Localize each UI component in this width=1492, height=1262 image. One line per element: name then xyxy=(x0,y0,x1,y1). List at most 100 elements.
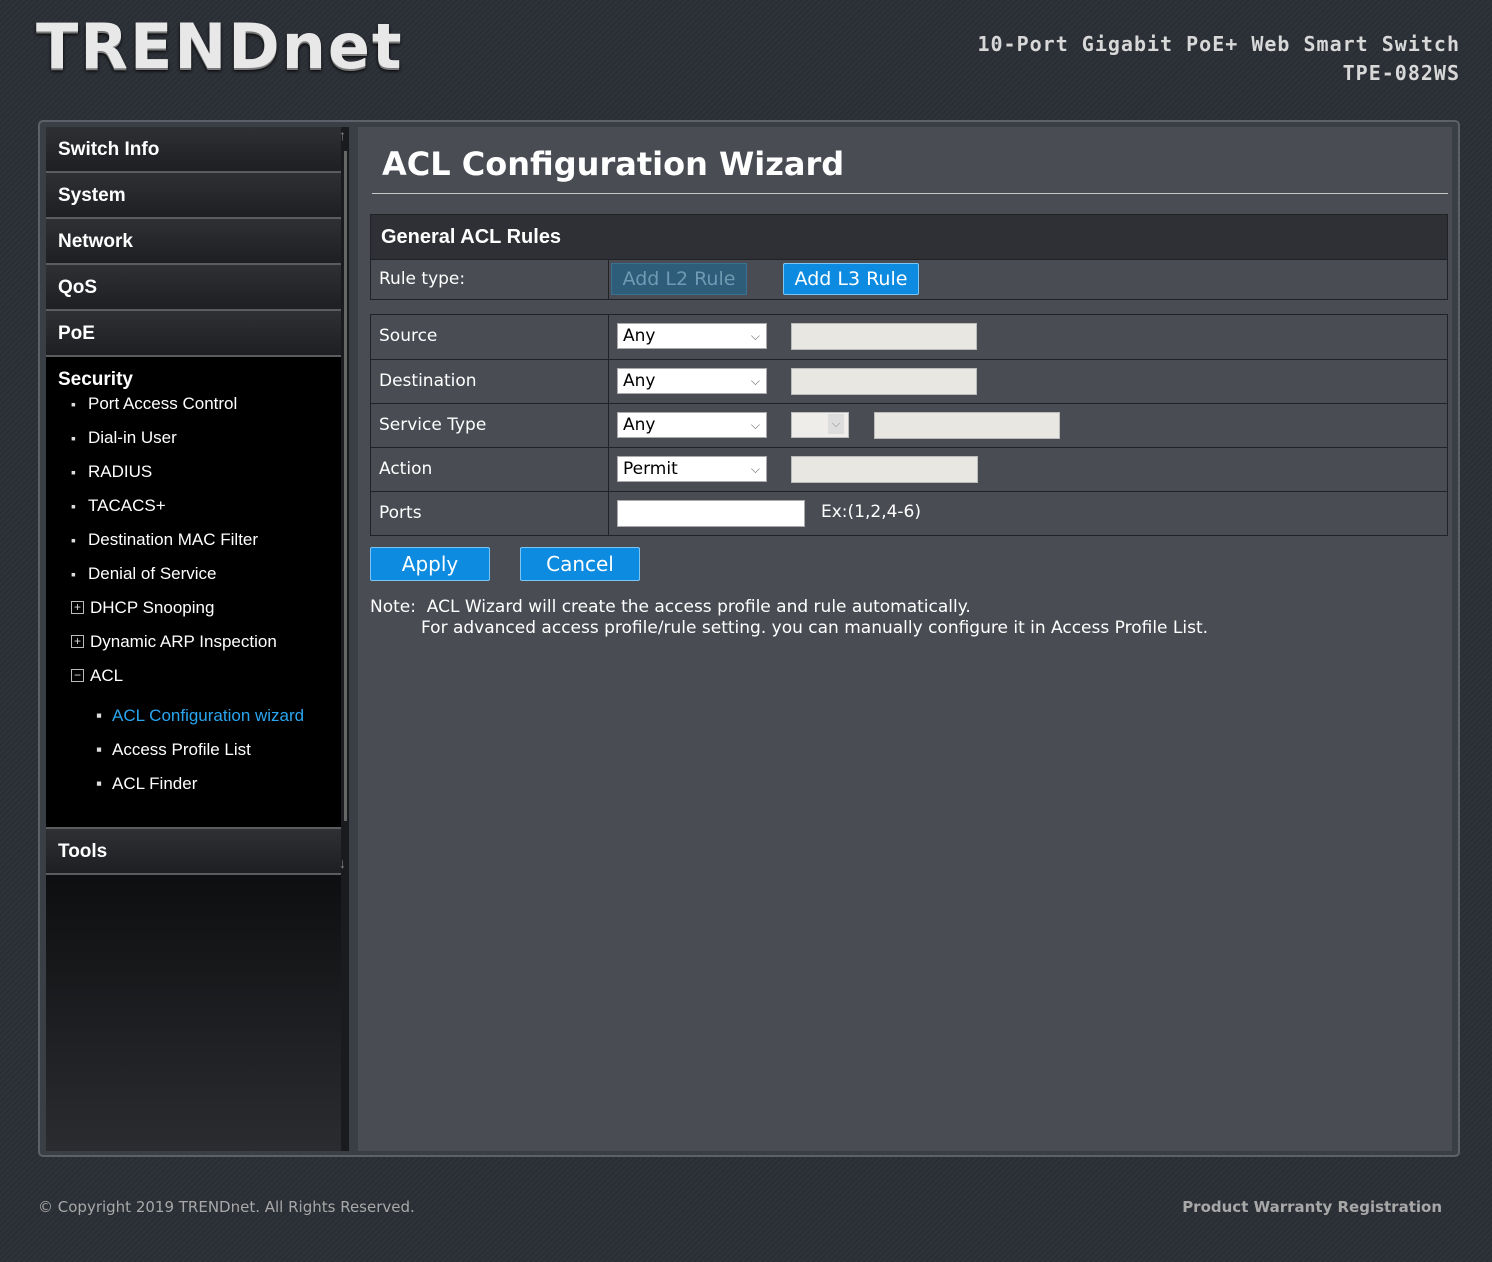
note-line-2: For advanced access profile/rule setting… xyxy=(421,618,1209,638)
sidebar-item-acl[interactable]: − ACL xyxy=(46,665,341,705)
sidebar-item-label: Dynamic ARP Inspection xyxy=(90,632,277,651)
action-row: Action Permit ⌵ xyxy=(371,447,1447,491)
source-label: Source xyxy=(371,315,609,359)
ports-row: Ports Ex:(1,2,4-6) xyxy=(371,491,1447,535)
sidebar-item-radius[interactable]: ▪ RADIUS xyxy=(46,461,341,495)
expand-plus-icon[interactable]: + xyxy=(71,635,84,648)
service-type-label: Service Type xyxy=(371,404,609,447)
sidebar-item-acl-finder[interactable]: ▪ ACL Finder xyxy=(46,773,341,807)
sidebar-item-poe[interactable]: PoE xyxy=(46,311,341,357)
rule-type-buttons: Add L2 Rule Add L3 Rule xyxy=(609,260,1447,299)
cancel-button[interactable]: Cancel xyxy=(520,547,640,581)
bullet-icon: ▪ xyxy=(71,464,76,480)
service-type-select[interactable]: Any ⌵ xyxy=(617,412,767,438)
sidebar-item-label: RADIUS xyxy=(88,462,153,481)
destination-address-field[interactable] xyxy=(791,368,977,395)
source-select-value: Any xyxy=(623,326,656,346)
service-type-row: Service Type Any ⌵ ⌵ xyxy=(371,403,1447,447)
chevron-down-icon: ⌵ xyxy=(750,462,760,476)
sidebar-item-label: Denial of Service xyxy=(88,564,217,583)
rule-settings-table: Source Any ⌵ Destination Any ⌵ Service Typ… xyxy=(370,314,1448,536)
sidebar-item-acl-configuration-wizard[interactable]: ▪ ACL Configuration wizard xyxy=(46,705,341,739)
ports-label: Ports xyxy=(371,492,609,535)
bullet-icon: ▪ xyxy=(71,430,76,446)
sidebar-item-dynamic-arp-inspection[interactable]: + Dynamic ARP Inspection xyxy=(46,631,341,665)
sidebar-item-label: ACL Finder xyxy=(112,774,198,793)
service-port-field[interactable] xyxy=(874,412,1060,439)
bullet-icon: ▪ xyxy=(96,740,103,759)
product-info: 10-Port Gigabit PoE+ Web Smart Switch TP… xyxy=(977,30,1460,88)
sidebar-section-security: Security ▪ Port Access Control ▪ Dial-in U… xyxy=(46,357,341,829)
sidebar-item-dial-in-user[interactable]: ▪ Dial-in User xyxy=(46,427,341,461)
sidebar: Switch Info System Network QoS PoE Secur… xyxy=(46,127,341,1151)
title-divider xyxy=(372,193,1448,194)
apply-button[interactable]: Apply xyxy=(370,547,490,581)
content-panel: ACL Configuration Wizard General ACL Rul… xyxy=(358,127,1452,1151)
bullet-icon: ▪ xyxy=(96,774,103,793)
sidebar-item-network[interactable]: Network xyxy=(46,219,341,265)
source-select[interactable]: Any ⌵ xyxy=(617,323,767,349)
bullet-icon: ▪ xyxy=(96,706,103,725)
note-line-1: Note: ACL Wizard will create the access … xyxy=(370,597,971,617)
add-l3-rule-button[interactable]: Add L3 Rule xyxy=(783,263,919,295)
sidebar-item-security[interactable]: Security xyxy=(46,357,341,393)
sidebar-scrollbar[interactable]: ↑ ↓ xyxy=(339,127,349,1151)
bullet-icon: ▪ xyxy=(71,566,76,582)
destination-select[interactable]: Any ⌵ xyxy=(617,368,767,394)
product-model: TPE-082WS xyxy=(1342,61,1460,85)
bullet-icon: ▪ xyxy=(71,396,76,412)
destination-label: Destination xyxy=(371,360,609,403)
sidebar-item-label: ACL xyxy=(90,666,124,685)
sidebar-item-system[interactable]: System xyxy=(46,173,341,219)
sidebar-item-label: Dial-in User xyxy=(88,428,177,447)
sidebar-item-tacacs[interactable]: ▪ TACACS+ xyxy=(46,495,341,529)
sidebar-item-label: DHCP Snooping xyxy=(90,598,215,617)
product-line: 10-Port Gigabit PoE+ Web Smart Switch xyxy=(977,32,1460,56)
destination-select-value: Any xyxy=(623,371,656,391)
rule-type-row: Rule type: Add L2 Rule Add L3 Rule xyxy=(371,259,1447,299)
collapse-minus-icon[interactable]: − xyxy=(71,669,84,682)
action-extra-field[interactable] xyxy=(791,456,978,483)
bullet-icon: ▪ xyxy=(71,498,76,514)
sidebar-item-label: TACACS+ xyxy=(88,496,166,515)
sidebar-item-port-access-control[interactable]: ▪ Port Access Control xyxy=(46,393,341,427)
main-frame: Switch Info System Network QoS PoE Secur… xyxy=(38,120,1460,1157)
rule-type-label: Rule type: xyxy=(371,260,609,299)
chevron-down-icon: ⌵ xyxy=(750,418,760,432)
chevron-down-icon: ⌵ xyxy=(750,374,760,388)
sidebar-item-label: Destination MAC Filter xyxy=(88,530,259,549)
arrow-down-icon[interactable]: ↓ xyxy=(339,855,346,871)
ports-hint: Ex:(1,2,4-6) xyxy=(821,502,921,522)
expand-plus-icon[interactable]: + xyxy=(71,601,84,614)
arrow-up-icon[interactable]: ↑ xyxy=(339,127,346,143)
destination-row: Destination Any ⌵ xyxy=(371,359,1447,403)
sidebar-item-qos[interactable]: QoS xyxy=(46,265,341,311)
copyright: © Copyright 2019 TRENDnet. All Rights Re… xyxy=(38,1198,415,1216)
sidebar-item-label: Access Profile List xyxy=(112,740,251,759)
scroll-thumb[interactable] xyxy=(344,151,347,821)
source-row: Source Any ⌵ xyxy=(371,315,1447,359)
action-select-value: Permit xyxy=(623,459,678,479)
chevron-down-icon: ⌵ xyxy=(750,329,760,343)
source-address-field[interactable] xyxy=(791,323,977,350)
service-subtype-select[interactable]: ⌵ xyxy=(791,412,849,438)
chevron-down-icon: ⌵ xyxy=(828,414,844,434)
sidebar-item-destination-mac-filter[interactable]: ▪ Destination MAC Filter xyxy=(46,529,341,563)
sidebar-item-access-profile-list[interactable]: ▪ Access Profile List xyxy=(46,739,341,773)
trendnet-logo: TRENDnet xyxy=(36,10,404,83)
warranty-link[interactable]: Product Warranty Registration xyxy=(1182,1198,1442,1216)
bullet-icon: ▪ xyxy=(71,532,76,548)
action-select[interactable]: Permit ⌵ xyxy=(617,456,767,482)
wizard-note: Note: ACL Wizard will create the access … xyxy=(370,597,1208,639)
sidebar-item-tools[interactable]: Tools xyxy=(46,829,341,875)
add-l2-rule-button[interactable]: Add L2 Rule xyxy=(611,263,747,295)
sidebar-item-label: ACL Configuration wizard xyxy=(112,706,305,725)
ports-input[interactable] xyxy=(617,500,805,527)
page-title: ACL Configuration Wizard xyxy=(382,145,845,183)
sidebar-item-denial-of-service[interactable]: ▪ Denial of Service xyxy=(46,563,341,597)
sidebar-item-switch-info[interactable]: Switch Info xyxy=(46,127,341,173)
section-title: General ACL Rules xyxy=(371,215,1447,259)
sidebar-item-dhcp-snooping[interactable]: + DHCP Snooping xyxy=(46,597,341,631)
rule-type-table: General ACL Rules Rule type: Add L2 Rule… xyxy=(370,214,1448,300)
sidebar-item-label: Port Access Control xyxy=(88,394,238,413)
